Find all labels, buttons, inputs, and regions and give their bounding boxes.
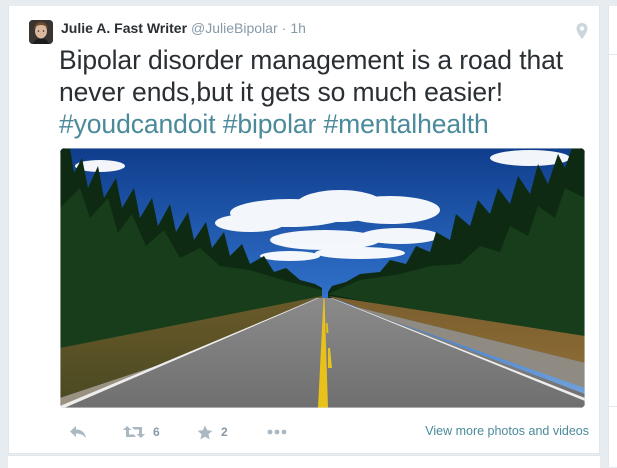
more-button[interactable] bbox=[267, 422, 287, 442]
hashtag-link[interactable]: #youdcandoit bbox=[59, 109, 216, 139]
view-more-photos-link[interactable]: View more photos and videos bbox=[425, 424, 589, 438]
timestamp[interactable]: 1h bbox=[290, 20, 306, 36]
separator-dot: · bbox=[281, 20, 287, 36]
next-tweet-edge bbox=[8, 455, 600, 468]
author-handle[interactable]: @JulieBipolar bbox=[191, 20, 278, 36]
tweet-text: Bipolar disorder management is a road th… bbox=[59, 44, 589, 140]
tweet-header: Julie A. Fast Writer @JulieBipolar · 1h bbox=[61, 20, 306, 40]
more-icon bbox=[267, 429, 287, 435]
retweet-count: 6 bbox=[153, 425, 160, 439]
reply-button[interactable] bbox=[69, 422, 87, 442]
retweet-icon bbox=[123, 425, 145, 439]
star-icon bbox=[197, 425, 213, 440]
hashtag-link[interactable]: #mentalhealth bbox=[324, 109, 489, 139]
tweet-actions: 6 2 View more photos and videos bbox=[59, 422, 589, 442]
favorite-count: 2 bbox=[221, 425, 228, 439]
reply-icon bbox=[69, 425, 87, 439]
favorite-button[interactable]: 2 bbox=[197, 422, 228, 442]
tweet-text-line: never ends,but it gets so much easier! bbox=[59, 77, 503, 107]
avatar[interactable] bbox=[29, 20, 53, 44]
hashtag-line: #youdcandoit #bipolar #mentalhealth bbox=[59, 108, 589, 140]
tweet-card[interactable]: Julie A. Fast Writer @JulieBipolar · 1h … bbox=[8, 6, 600, 454]
author-full-name[interactable]: Julie A. Fast Writer bbox=[61, 20, 187, 36]
location-pin-icon[interactable] bbox=[575, 22, 589, 40]
tweet-text-line: Bipolar disorder management is a road th… bbox=[59, 45, 563, 75]
tweet-photo[interactable] bbox=[60, 148, 585, 408]
retweet-button[interactable]: 6 bbox=[123, 422, 160, 442]
adjacent-panel bbox=[608, 6, 617, 467]
hashtag-link[interactable]: #bipolar bbox=[223, 109, 317, 139]
